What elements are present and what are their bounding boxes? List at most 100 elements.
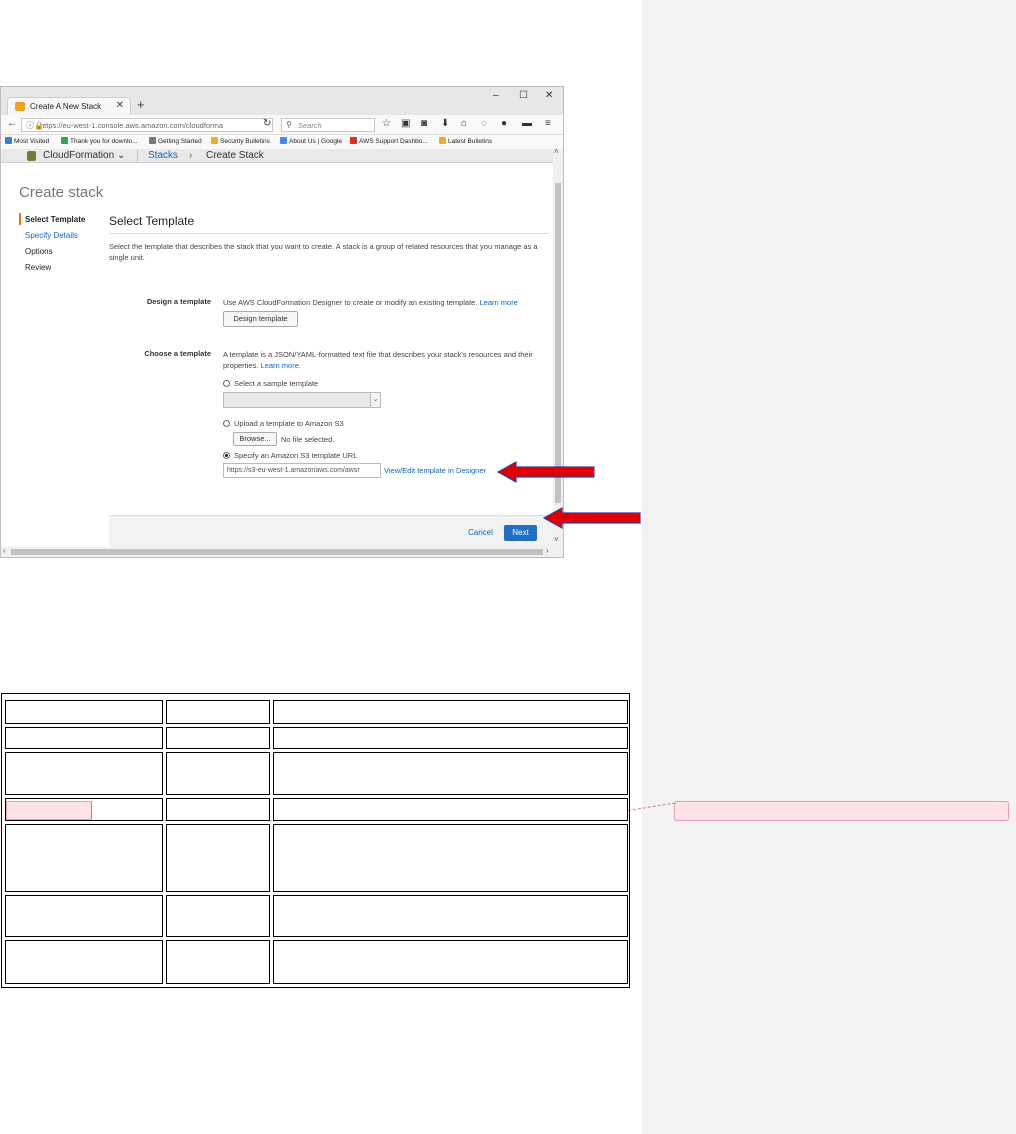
step-options: Options: [25, 247, 53, 256]
bookmark-item[interactable]: About Us | Google: [280, 137, 342, 145]
choose-template-text: A template is a JSON/YAML-formatted text…: [223, 350, 533, 370]
table-cell[interactable]: [166, 824, 270, 892]
cancel-button[interactable]: Cancel: [468, 528, 493, 537]
view-edit-designer-link[interactable]: View/Edit template in Designer: [384, 465, 486, 476]
divider: [109, 233, 549, 234]
table-cell[interactable]: [273, 824, 628, 892]
menu-icon[interactable]: ≡: [545, 118, 551, 129]
browser-tab[interactable]: Create A New Stack ✕: [7, 97, 131, 115]
cloudformation-icon: [27, 151, 36, 161]
radio-upload-template[interactable]: Upload a template to Amazon S3: [223, 418, 344, 429]
table-cell[interactable]: [5, 895, 163, 937]
bookmark-item[interactable]: AWS Support Dashbo...: [350, 137, 428, 145]
step-specify-details[interactable]: Specify Details: [25, 231, 78, 240]
tab-title: Create A New Stack: [30, 102, 102, 111]
url-text: https://eu-west-1.console.aws.amazon.com…: [40, 121, 223, 130]
search-input[interactable]: ⚲ Search: [281, 118, 375, 132]
sample-template-select[interactable]: ⌄: [223, 392, 381, 408]
radio-button[interactable]: [223, 420, 230, 427]
clipboard-icon[interactable]: ▣: [401, 118, 410, 129]
bookmark-icon: [5, 137, 12, 144]
bookmark-item[interactable]: Latest Bulletins: [439, 137, 492, 145]
bookmark-item[interactable]: Thank you for downlo...: [61, 137, 138, 145]
minimize-icon[interactable]: –: [493, 90, 499, 101]
comment-balloon[interactable]: [674, 801, 1009, 821]
comment-pane: [642, 0, 1016, 1134]
horizontal-scrollbar[interactable]: ‹ ›: [1, 546, 563, 557]
radio-s3-url[interactable]: Specify an Amazon S3 template URL: [223, 450, 357, 461]
bookmark-star-icon[interactable]: ☆: [382, 118, 391, 129]
table-cell[interactable]: [273, 798, 628, 821]
learn-more-link[interactable]: Learn more: [480, 298, 518, 307]
table-cell[interactable]: [5, 940, 163, 984]
firefox-icon: [149, 137, 156, 144]
home-icon[interactable]: ⌂: [461, 118, 467, 129]
new-tab-button[interactable]: +: [137, 97, 145, 112]
table-cell[interactable]: [5, 752, 163, 795]
design-template-button[interactable]: Design template: [223, 311, 298, 327]
table-cell[interactable]: [273, 700, 628, 724]
cookie-icon[interactable]: ●: [501, 118, 507, 129]
learn-more-link[interactable]: Learn more.: [261, 361, 301, 370]
comment-highlight: [6, 801, 92, 820]
table-cell[interactable]: [273, 940, 628, 984]
scroll-down-icon[interactable]: ˅: [554, 535, 559, 544]
search-icon: ⚲: [286, 120, 292, 129]
scroll-thumb[interactable]: [11, 549, 543, 555]
browse-button[interactable]: Browse...: [233, 432, 277, 446]
table-cell[interactable]: [273, 895, 628, 937]
choose-template-label: Choose a template: [144, 349, 211, 358]
next-button[interactable]: Next: [504, 525, 537, 541]
service-menu[interactable]: CloudFormation ⌄: [43, 150, 125, 161]
close-tab-icon[interactable]: ✕: [116, 100, 124, 111]
chrome-icon: [350, 137, 357, 144]
browser-screenshot: Create A New Stack ✕ + – ☐ ✕ ← ⓘ🔒 https:…: [0, 86, 564, 558]
chevron-down-icon: ⌄: [370, 393, 380, 407]
tab-bar: Create A New Stack ✕ + – ☐ ✕: [1, 87, 563, 115]
table-cell[interactable]: [166, 752, 270, 795]
table-cell[interactable]: [273, 752, 628, 795]
table-cell[interactable]: [166, 798, 270, 821]
table-cell[interactable]: [166, 700, 270, 724]
table-cell[interactable]: [166, 727, 270, 749]
reload-icon[interactable]: ↻: [263, 118, 271, 129]
scroll-up-icon[interactable]: ˄: [554, 147, 559, 156]
table-cell[interactable]: [166, 940, 270, 984]
create-stack-page: Create stack Select Template Specify Det…: [1, 163, 553, 547]
download-icon[interactable]: ⬇: [441, 118, 449, 129]
navigation-bar: ← ⓘ🔒 https://eu-west-1.console.aws.amazo…: [1, 115, 563, 135]
scroll-right-icon[interactable]: ›: [546, 546, 549, 555]
pocket-icon[interactable]: ◙: [421, 118, 427, 129]
bookmarks-toolbar: Most Visited Thank you for downlo... Get…: [1, 135, 563, 149]
toolbar-extension-icon[interactable]: ▬: [522, 118, 532, 129]
back-icon[interactable]: ←: [7, 118, 17, 129]
no-file-text: No file selected.: [281, 435, 335, 444]
info-lock-icon: ⓘ🔒: [26, 121, 44, 130]
bookmark-item[interactable]: Security Bulletins: [211, 137, 270, 145]
table-cell[interactable]: [273, 727, 628, 749]
design-template-text: Use AWS CloudFormation Designer to creat…: [223, 298, 518, 307]
table-cell[interactable]: [5, 824, 163, 892]
vertical-scrollbar[interactable]: ˄ ˅: [553, 147, 563, 547]
close-window-icon[interactable]: ✕: [545, 90, 553, 101]
scroll-thumb[interactable]: [555, 183, 561, 503]
bookmark-item[interactable]: Getting Started: [149, 137, 202, 145]
radio-button[interactable]: [223, 380, 230, 387]
bookmark-item[interactable]: Most Visited: [5, 137, 49, 145]
breadcrumb-stacks[interactable]: Stacks: [148, 150, 178, 161]
section-description: Select the template that describes the s…: [109, 242, 538, 262]
google-icon: [280, 137, 287, 144]
extension-icon[interactable]: ◌: [481, 118, 487, 129]
aws-service-bar: CloudFormation ⌄ Stacks › Create Stack: [1, 149, 553, 163]
radio-sample-template[interactable]: Select a sample template: [223, 378, 318, 389]
maximize-icon[interactable]: ☐: [519, 90, 528, 101]
radio-button-selected[interactable]: [223, 452, 230, 459]
url-bar[interactable]: ⓘ🔒 https://eu-west-1.console.aws.amazon.…: [21, 118, 273, 132]
table-cell[interactable]: [5, 727, 163, 749]
table-cell[interactable]: [166, 895, 270, 937]
s3-url-input[interactable]: https://s3-eu-west-1.amazonaws.com/awsr: [223, 463, 381, 478]
table-cell[interactable]: [5, 700, 163, 724]
active-step-marker: [19, 213, 21, 225]
wizard-footer: Cancel Next: [109, 515, 553, 547]
scroll-left-icon[interactable]: ‹: [3, 546, 6, 555]
